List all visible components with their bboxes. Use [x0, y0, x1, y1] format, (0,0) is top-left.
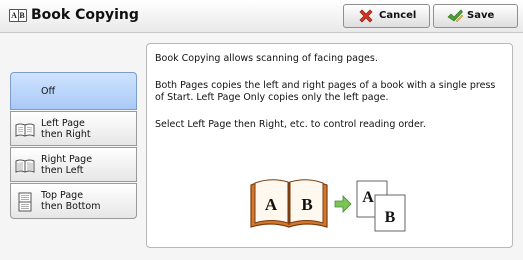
- cancel-button-label: Cancel: [379, 10, 417, 21]
- save-button[interactable]: Save: [433, 4, 518, 28]
- option-label-line: then Right: [41, 129, 91, 140]
- book-left-letter: A: [265, 195, 278, 214]
- option-off[interactable]: Off: [10, 72, 137, 110]
- save-button-label: Save: [467, 10, 495, 21]
- book-copying-icon: A B: [9, 9, 27, 22]
- book-right-letter: B: [301, 195, 312, 214]
- option-label-line: then Bottom: [41, 201, 101, 212]
- header-bar: A B Book Copying Cancel Save: [0, 0, 523, 33]
- result-first-letter: A: [362, 189, 374, 206]
- title-icon-right-letter: B: [19, 11, 25, 20]
- description-intro: Book Copying allows scanning of facing p…: [155, 53, 378, 64]
- open-book-icon: [15, 159, 35, 173]
- arrow-right-icon: [334, 195, 352, 213]
- option-top-page-then-bottom-label: Top Page then Bottom: [41, 190, 133, 212]
- option-label-line: Right Page: [41, 154, 93, 165]
- top-bound-book-icon: [18, 192, 32, 212]
- option-right-page-then-left-label: Right Page then Left: [41, 154, 133, 176]
- description-reading-order: Select Left Page then Right, etc. to con…: [155, 119, 426, 130]
- cancel-button[interactable]: Cancel: [343, 4, 430, 28]
- book-copying-screen: A B Book Copying Cancel Save Off Left Pa…: [0, 0, 523, 260]
- option-right-page-then-left[interactable]: Right Page then Left: [10, 147, 137, 182]
- book-copying-illustration: A B A B: [250, 179, 406, 232]
- description-panel: Book Copying allows scanning of facing p…: [146, 43, 513, 248]
- option-label-line: then Left: [41, 165, 84, 176]
- description-both-pages: Both Pages copies the left and right pag…: [155, 80, 496, 103]
- option-top-page-then-bottom[interactable]: Top Page then Bottom: [10, 183, 137, 219]
- open-book-illustration: A B: [250, 179, 328, 228]
- option-label-line: Top Page: [41, 190, 84, 201]
- option-off-label: Off: [41, 86, 56, 97]
- open-book-icon: [15, 123, 35, 137]
- page-title: Book Copying: [31, 7, 139, 23]
- option-left-page-then-right-label: Left Page then Right: [41, 118, 133, 140]
- option-left-page-then-right[interactable]: Left Page then Right: [10, 111, 137, 146]
- cancel-x-icon: [359, 9, 373, 23]
- save-check-pencil-icon: [447, 9, 463, 23]
- result-second-letter: B: [385, 209, 396, 226]
- separated-pages-illustration: A B: [356, 180, 406, 232]
- option-label-line: Left Page: [41, 118, 85, 129]
